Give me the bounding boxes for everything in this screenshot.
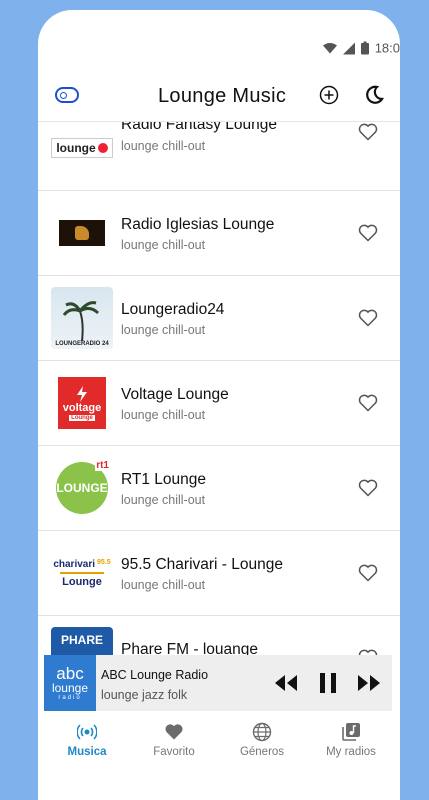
player-station-genre: lounge jazz folk (101, 688, 188, 702)
logo-freq: 95.5 (97, 558, 111, 566)
station-name: RT1 Lounge (121, 471, 207, 488)
logo-text: lounge (56, 141, 96, 155)
station-row[interactable]: lounge Radio Fantasy Lounge lounge chill… (38, 121, 400, 191)
heart-icon[interactable] (358, 223, 378, 243)
nav-label: My radios (326, 746, 376, 758)
station-row[interactable]: voltage Lounge Voltage Lounge lounge chi… (38, 361, 400, 446)
toggle-icon[interactable] (55, 87, 79, 103)
station-logo: LOUNGE rt1 (51, 457, 113, 519)
heart-icon[interactable] (358, 308, 378, 328)
station-genre: lounge chill-out (121, 238, 206, 252)
bolt-icon (77, 385, 87, 402)
station-name: Loungeradio24 (121, 301, 225, 318)
app-bar: Lounge Music (38, 76, 400, 118)
player-station-name: ABC Lounge Radio (101, 668, 209, 682)
cover-line-2: lounge (51, 680, 89, 695)
station-name: Radio Fantasy Lounge (121, 121, 277, 133)
logo-text: LOUNGERADIO 24 (55, 341, 109, 347)
logo-text: charivari (53, 558, 96, 570)
station-genre: lounge chill-out (121, 578, 206, 592)
globe-icon (252, 722, 272, 742)
nav-item-my-radios[interactable]: My radios (311, 714, 391, 758)
music-library-icon (342, 723, 360, 741)
fast-forward-icon[interactable] (357, 672, 381, 694)
nav-item-favorito[interactable]: Favorito (134, 714, 214, 758)
logo-text: PHARE (60, 633, 103, 647)
station-row[interactable]: charivari 95.5 Lounge 95.5 Charivari - L… (38, 531, 400, 616)
logo-divider (60, 571, 104, 574)
heart-icon (165, 724, 183, 740)
station-logo (51, 202, 113, 264)
phone-screen: 18:0 Lounge Music lounge Radio Fantasy L… (38, 10, 400, 800)
station-list: lounge Radio Fantasy Lounge lounge chill… (38, 121, 400, 667)
bottom-nav: Musica Favorito Géneros My radios (38, 714, 400, 774)
station-genre: lounge chill-out (121, 493, 206, 507)
player-cover: abc lounge radio (44, 655, 96, 711)
add-circle-icon[interactable] (319, 85, 339, 105)
logo-text: LOUNGE (56, 481, 108, 495)
page-title: Lounge Music (158, 85, 287, 107)
heart-icon[interactable] (358, 393, 378, 413)
station-genre: lounge chill-out (121, 139, 206, 153)
station-logo: charivari 95.5 Lounge (51, 542, 113, 604)
signal-icon (342, 42, 355, 54)
logo-badge: rt1 (95, 460, 110, 471)
station-logo: LOUNGERADIO 24 (51, 287, 113, 349)
cover-line-3: radio (58, 694, 82, 701)
broadcast-icon (77, 724, 97, 740)
logo-bird (75, 226, 89, 240)
logo-dot (97, 143, 108, 153)
status-icons: 18:0 (322, 40, 400, 56)
nav-label: Géneros (239, 746, 285, 758)
pause-icon[interactable] (316, 672, 340, 694)
nav-label: Musica (67, 746, 107, 758)
logo-sub: Lounge (69, 414, 95, 421)
station-row[interactable]: LOUNGE rt1 RT1 Lounge lounge chill-out (38, 446, 400, 531)
nav-item-musica[interactable]: Musica (47, 714, 127, 758)
heart-icon[interactable] (358, 563, 378, 583)
battery-icon (360, 41, 369, 55)
mini-player[interactable]: abc lounge radio ABC Lounge Radio lounge… (44, 655, 392, 711)
nav-item-generos[interactable]: Géneros (222, 714, 302, 758)
logo-text: voltage (62, 401, 102, 414)
wifi-icon (322, 42, 337, 53)
palm-tree-icon (62, 301, 100, 341)
station-row[interactable]: Radio Iglesias Lounge lounge chill-out (38, 191, 400, 276)
cover-line-1: abc (56, 663, 84, 683)
station-name: Voltage Lounge (121, 386, 229, 403)
heart-icon[interactable] (358, 478, 378, 498)
heart-icon[interactable] (358, 122, 378, 142)
station-genre: lounge chill-out (121, 323, 206, 337)
status-bar: 18:0 (38, 10, 400, 56)
station-logo: lounge (51, 122, 113, 179)
nav-label: Favorito (153, 746, 195, 758)
status-time: 18:0 (374, 40, 400, 56)
logo-sub: Lounge (62, 575, 102, 588)
station-name: 95.5 Charivari - Lounge (121, 556, 283, 573)
station-row[interactable]: LOUNGERADIO 24 Loungeradio24 lounge chil… (38, 276, 400, 361)
station-logo: voltage Lounge (51, 372, 113, 434)
moon-icon[interactable] (364, 85, 384, 105)
rewind-icon[interactable] (274, 672, 298, 694)
station-name: Radio Iglesias Lounge (121, 216, 275, 233)
station-genre: lounge chill-out (121, 408, 206, 422)
